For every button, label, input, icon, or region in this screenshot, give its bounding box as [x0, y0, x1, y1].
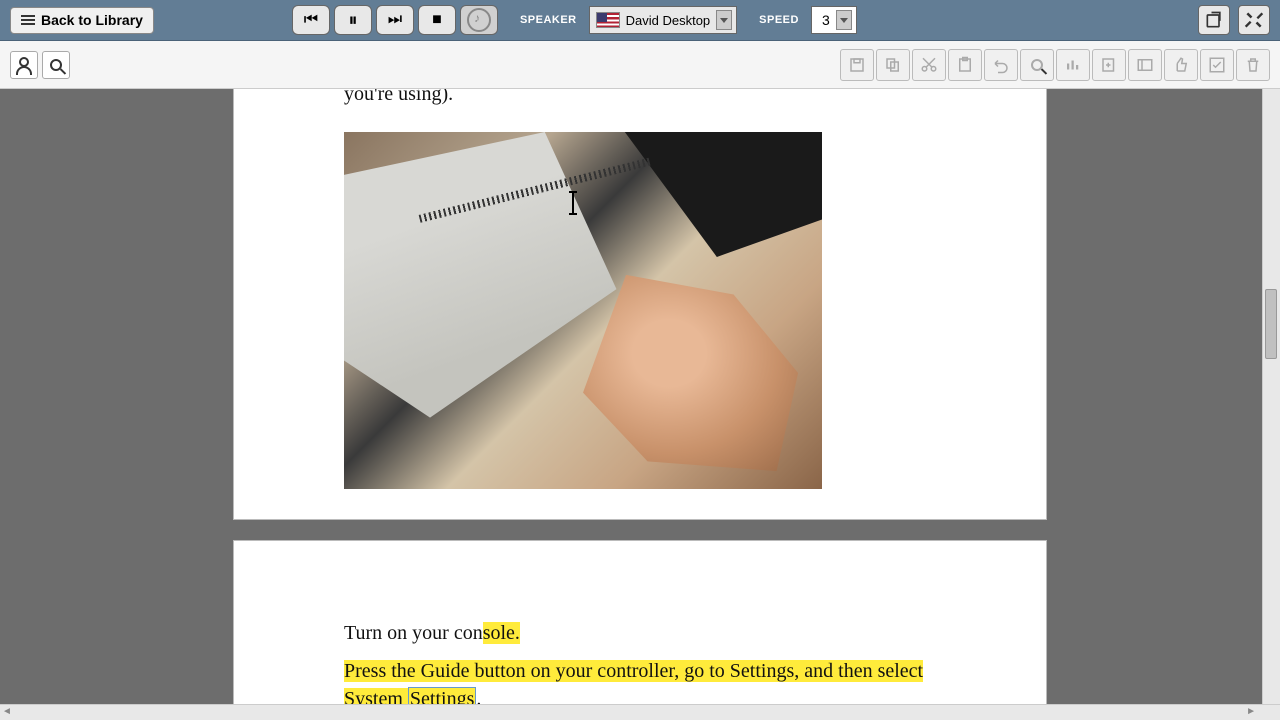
horizontal-scrollbar[interactable]: ◄ ►	[0, 704, 1280, 720]
like-button[interactable]	[1164, 49, 1198, 81]
scroll-left-icon: ◄	[2, 706, 12, 717]
export-icon	[1204, 10, 1224, 30]
check-button[interactable]	[1200, 49, 1234, 81]
stop-icon	[432, 11, 442, 29]
save-icon	[848, 56, 866, 74]
next-icon	[388, 11, 402, 29]
chevron-down-icon	[836, 10, 852, 30]
scissors-icon	[920, 56, 938, 74]
delete-button[interactable]	[1236, 49, 1270, 81]
document-page: Turn on your console. Press the Guide bu…	[233, 540, 1047, 704]
thumbs-up-icon	[1172, 56, 1190, 74]
pause-icon	[348, 10, 357, 31]
playback-controls	[292, 5, 498, 35]
search-button[interactable]	[42, 51, 70, 79]
back-label: Back to Library	[41, 12, 143, 28]
vertical-scrollbar[interactable]	[1262, 89, 1280, 704]
settings-button[interactable]	[1238, 5, 1270, 35]
scroll-thumb[interactable]	[1265, 289, 1277, 359]
top-toolbar: Back to Library SPEAKER David Desktop SP…	[0, 0, 1280, 41]
tools-icon	[1244, 10, 1264, 30]
cut-button[interactable]	[912, 49, 946, 81]
export-button[interactable]	[1198, 5, 1230, 35]
current-reading-word: Settings	[408, 687, 476, 704]
edit-toolbar	[0, 41, 1280, 89]
back-to-library-button[interactable]: Back to Library	[10, 7, 154, 34]
copy-button[interactable]	[876, 49, 910, 81]
paste-button[interactable]	[948, 49, 982, 81]
add-note-button[interactable]	[1092, 49, 1126, 81]
text-highlighted: sole.	[483, 622, 520, 644]
check-icon	[1208, 56, 1226, 74]
copy-icon	[884, 56, 902, 74]
note-plus-icon	[1100, 56, 1118, 74]
paste-icon	[956, 56, 974, 74]
search-icon	[50, 59, 62, 71]
bookmark-button[interactable]	[1128, 49, 1162, 81]
menu-icon	[21, 15, 35, 25]
audio-loop-icon	[467, 8, 491, 32]
speed-dropdown[interactable]: 3	[811, 6, 857, 34]
document-viewport: you're using). Turn on your console. Pre…	[0, 89, 1280, 704]
zoom-button[interactable]	[1020, 49, 1054, 81]
edit-tool-group	[840, 49, 1270, 81]
equalizer-icon	[1064, 56, 1082, 74]
text-cursor-icon	[572, 192, 574, 214]
speaker-dropdown[interactable]: David Desktop	[589, 6, 738, 34]
find-person-button[interactable]	[10, 51, 38, 79]
document-page: you're using).	[233, 89, 1047, 520]
speed-label: SPEED	[759, 14, 799, 26]
trash-icon	[1244, 56, 1262, 74]
speaker-label: SPEAKER	[520, 14, 577, 26]
undo-icon	[992, 56, 1010, 74]
next-button[interactable]	[376, 5, 414, 35]
article-image	[344, 132, 822, 489]
text-plain: .	[476, 688, 481, 704]
stop-button[interactable]	[418, 5, 456, 35]
save-button[interactable]	[840, 49, 874, 81]
flag-us-icon	[596, 12, 620, 28]
previous-button[interactable]	[292, 5, 330, 35]
sound-button[interactable]	[1056, 49, 1090, 81]
page-stack: you're using). Turn on your console. Pre…	[233, 89, 1047, 704]
person-search-icon	[18, 59, 30, 71]
body-text-fragment: you're using).	[344, 89, 936, 108]
speaker-value: David Desktop	[626, 13, 711, 28]
speed-value: 3	[822, 12, 830, 28]
scroll-right-icon: ►	[1246, 706, 1256, 717]
text-plain: Turn on your con	[344, 622, 483, 644]
text-highlighted: Press the Guide button on your controlle…	[344, 660, 923, 682]
body-text: Turn on your console.	[344, 619, 936, 647]
text-highlighted: System	[344, 688, 408, 704]
zoom-icon	[1031, 59, 1043, 71]
body-text: Press the Guide button on your controlle…	[344, 657, 936, 704]
pause-button[interactable]	[334, 5, 372, 35]
chevron-down-icon	[716, 10, 732, 30]
previous-icon	[304, 11, 318, 29]
undo-button[interactable]	[984, 49, 1018, 81]
audio-mode-button[interactable]	[460, 5, 498, 35]
bookmark-icon	[1136, 56, 1154, 74]
